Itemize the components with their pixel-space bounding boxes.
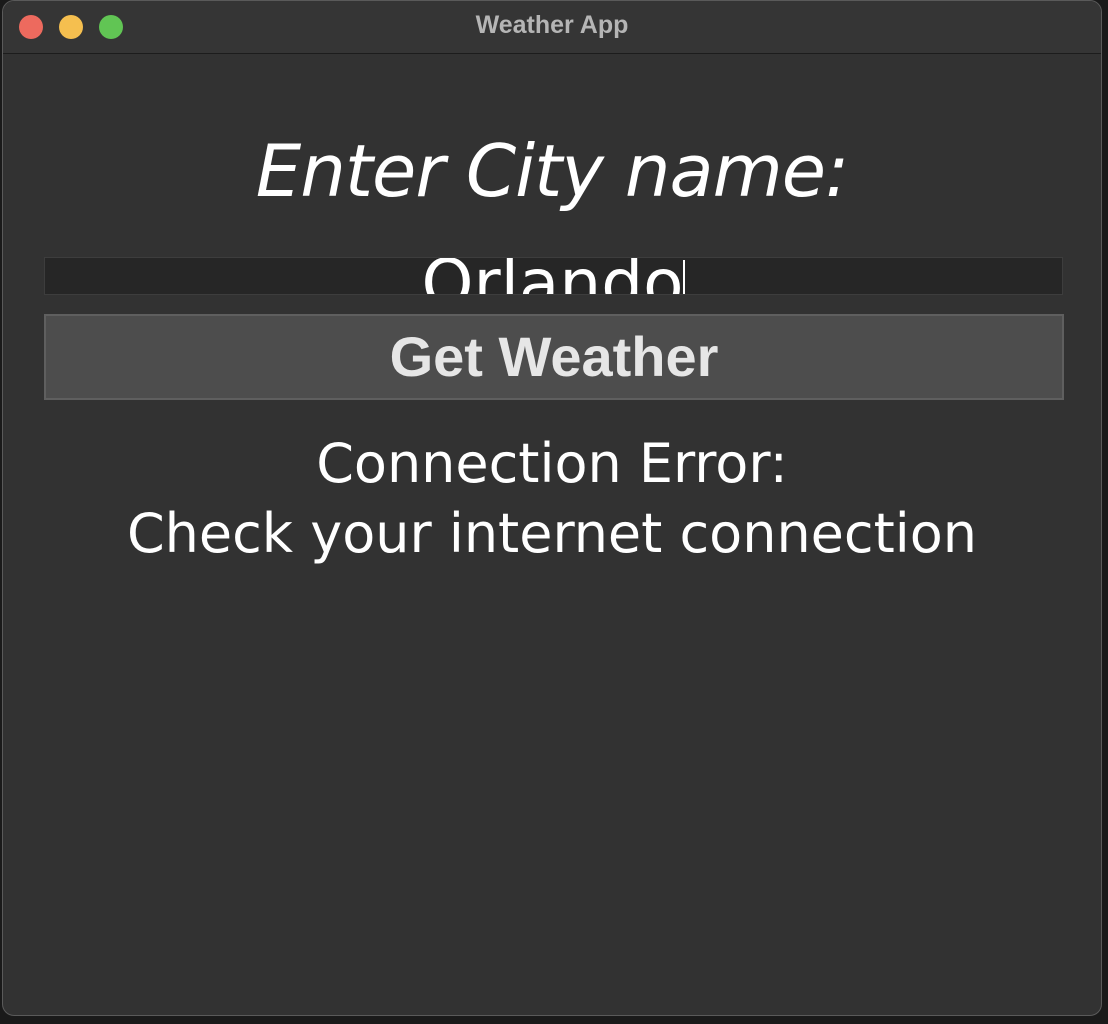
text-caret [683, 260, 686, 294]
error-title: Connection Error: [316, 432, 788, 495]
get-weather-button[interactable]: Get Weather [44, 314, 1064, 400]
title-bar[interactable]: Weather App [3, 1, 1101, 54]
status-message: Connection Error: Check your internet co… [3, 429, 1101, 569]
city-prompt-label: Enter City name: [255, 129, 850, 213]
city-input-value: Orlando [422, 258, 684, 294]
city-input[interactable]: Orlando [44, 257, 1063, 295]
city-input-value-wrapper: Orlando [45, 258, 1062, 294]
window-title: Weather App [475, 11, 629, 39]
weather-app-window: Weather App Enter City name: Orlando Get… [2, 0, 1102, 1016]
error-detail: Check your internet connection [126, 502, 978, 565]
